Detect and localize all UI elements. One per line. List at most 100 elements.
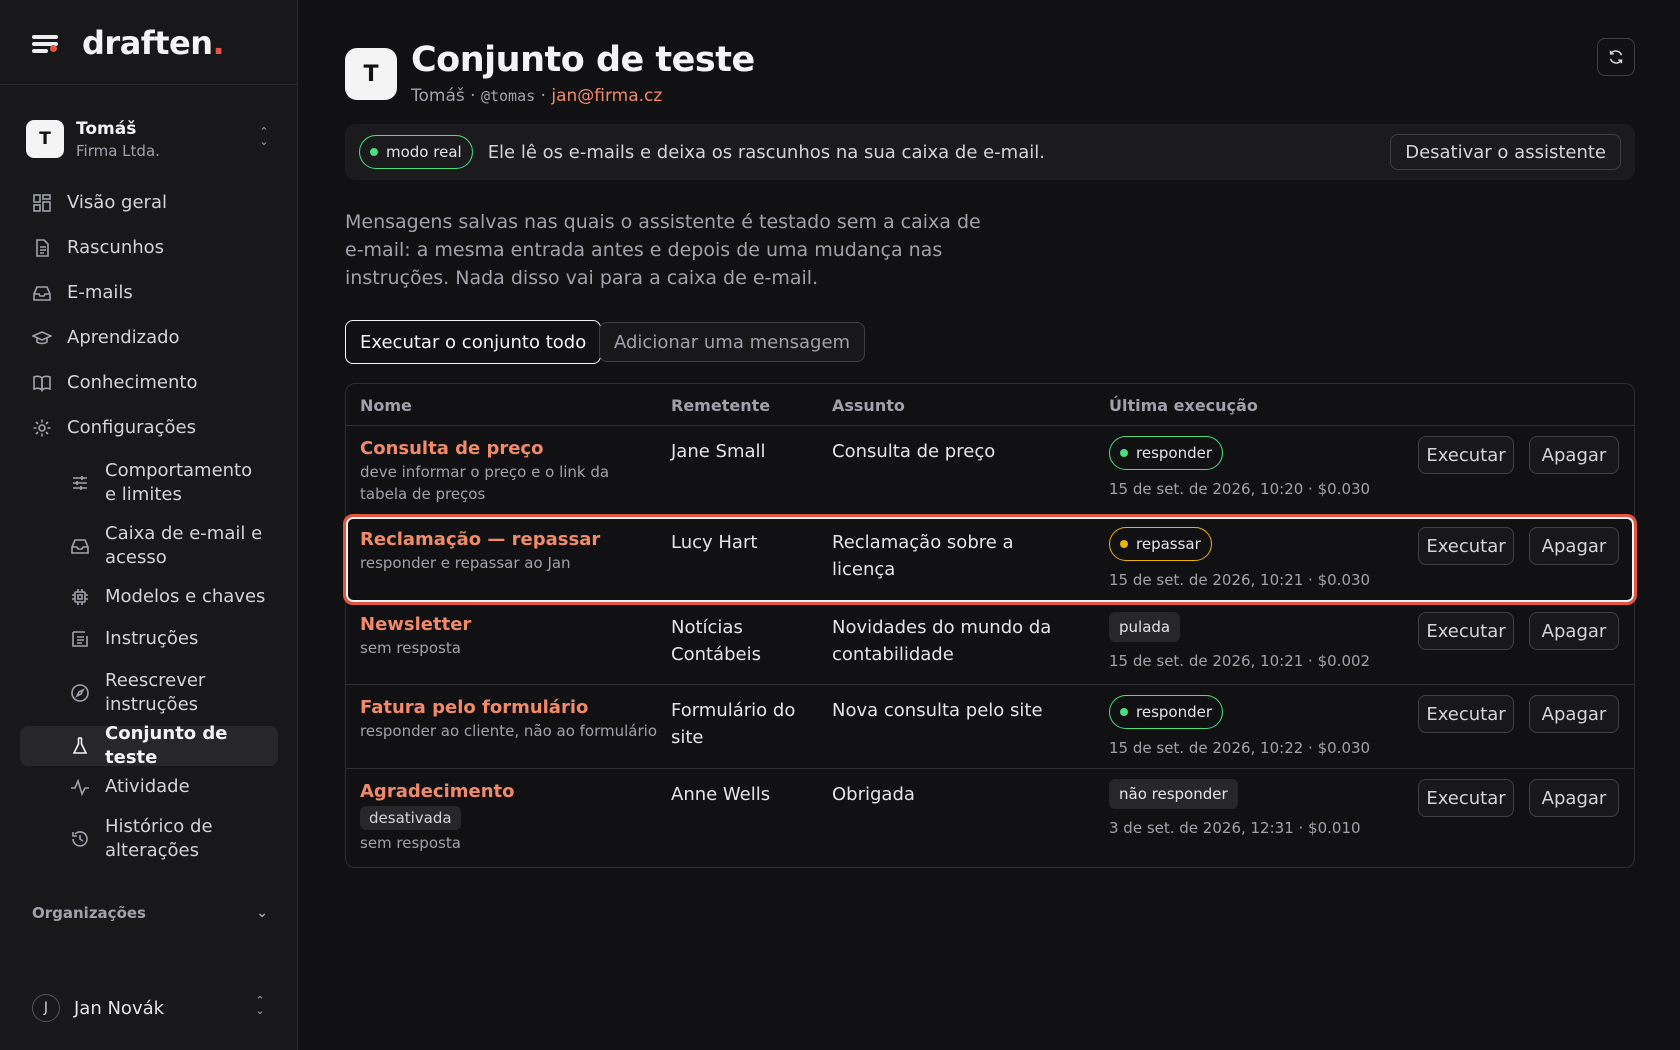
case-name-link[interactable]: Consulta de preço [360, 438, 660, 459]
account-avatar: T [26, 120, 64, 158]
sidebar-item-label: Aprendizado [67, 327, 180, 348]
refresh-button[interactable] [1597, 38, 1635, 76]
case-sender: Notícias Contábeis [671, 617, 761, 665]
grid-icon [33, 193, 51, 212]
run-button[interactable]: Executar [1418, 779, 1514, 817]
sidebar-item-learning[interactable]: Aprendizado [20, 315, 278, 360]
delete-button[interactable]: Apagar [1529, 527, 1619, 565]
case-name-link[interactable]: Newsletter [360, 614, 660, 635]
account-switcher[interactable]: T Tomáš Firma Ltda. ⌃ ⌄ [26, 115, 272, 163]
sidebar-item-behavior-limits[interactable]: Comportamento e limites [20, 450, 278, 516]
sidebar-item-drafts[interactable]: Rascunhos [20, 225, 278, 270]
sidebar-item-models-keys[interactable]: Modelos e chaves [20, 576, 278, 618]
organizations-label: Organizações [32, 904, 146, 922]
add-message-button[interactable]: Adicionar uma mensagem [599, 322, 866, 362]
graduation-cap-icon [32, 330, 52, 344]
page-meta: Tomáš · @tomas · jan@firma.cz [411, 86, 755, 106]
inbox-icon [33, 285, 51, 301]
logo[interactable]: draften. [82, 24, 225, 62]
sidebar-item-change-history[interactable]: Histórico de alterações [20, 808, 278, 870]
owner-handle: @tomas [480, 87, 536, 105]
sidebar-item-test-suite[interactable]: Conjunto de teste [20, 723, 278, 768]
table-row[interactable]: Fatura pelo formulário responder ao clie… [346, 685, 1634, 769]
run-all-button[interactable]: Executar o conjunto todo [345, 320, 602, 364]
case-subject: Consulta de preço [832, 441, 996, 462]
column-header-subject[interactable]: Assunto [832, 396, 905, 415]
user-menu[interactable]: J Jan Novák ⌃ ⌄ [32, 994, 268, 1022]
case-note: sem resposta [360, 834, 461, 852]
status-badge: não responder [1109, 779, 1238, 809]
case-name-link[interactable]: Agradecimento [360, 781, 660, 802]
account-org: Firma Ltda. [76, 141, 160, 160]
case-subject: Novidades do mundo da contabilidade [832, 617, 1052, 665]
mode-description: Ele lê os e-mails e deixa os rascunhos n… [487, 141, 1045, 163]
owner-email-link[interactable]: jan@firma.cz [551, 86, 662, 106]
table-row[interactable]: Reclamação — repassar responder e repass… [343, 514, 1637, 605]
page-title: Conjunto de teste [411, 40, 755, 80]
run-button[interactable]: Executar [1418, 527, 1514, 565]
column-header-name[interactable]: Nome [360, 396, 412, 415]
mode-label: modo real [386, 143, 462, 161]
sidebar-item-label: Histórico de alterações [105, 816, 213, 861]
organizations-toggle[interactable]: Organizações ⌄ [32, 904, 268, 922]
list-icon [72, 631, 88, 647]
status-badge: repassar [1109, 527, 1212, 561]
sidebar-item-knowledge[interactable]: Conhecimento [20, 360, 278, 405]
sliders-icon [73, 476, 87, 490]
disable-assistant-button[interactable]: Desativar o assistente [1390, 134, 1621, 170]
sidebar-item-label: Conhecimento [67, 372, 198, 393]
column-header-last-run[interactable]: Última execução [1109, 396, 1258, 415]
table-header: Nome Remetente Assunto Última execução [346, 384, 1634, 426]
case-note: responder e repassar ao Jan [360, 554, 571, 572]
chevron-up-down-icon: ⌃ ⌄ [255, 994, 265, 1017]
gear-icon [33, 419, 51, 436]
chevron-down-icon: ⌄ [256, 905, 268, 921]
sidebar-item-label: Caixa de e-mail e acesso [105, 523, 263, 568]
sidebar-item-label: E-mails [67, 282, 133, 303]
delete-button[interactable]: Apagar [1529, 695, 1619, 733]
column-header-sender[interactable]: Remetente [671, 396, 770, 415]
sidebar-item-label: Configurações [67, 417, 196, 438]
mode-banner: modo real Ele lê os e-mails e deixa os r… [345, 124, 1635, 180]
brand: draften. [32, 24, 225, 62]
refresh-icon [1609, 50, 1623, 64]
sidebar-item-settings[interactable]: Configurações [20, 405, 278, 450]
menu-icon[interactable] [32, 32, 58, 54]
last-run-time: 15 de set. de 2026, 10:21 · $0.030 [1109, 571, 1371, 589]
delete-button[interactable]: Apagar [1529, 612, 1619, 650]
page-header: T Conjunto de teste Tomáš · @tomas · jan… [345, 40, 755, 106]
page-avatar: T [345, 48, 397, 100]
last-run-time: 15 de set. de 2026, 10:20 · $0.030 [1109, 480, 1371, 498]
table-row[interactable]: Consulta de preço deve informar o preço … [346, 426, 1634, 517]
case-subject: Obrigada [832, 784, 915, 805]
status-badge: responder [1109, 436, 1224, 470]
avatar: J [32, 994, 60, 1022]
case-note: responder ao cliente, não ao formulário [360, 722, 658, 740]
table-row[interactable]: Agradecimento desativada sem resposta An… [346, 769, 1634, 867]
delete-button[interactable]: Apagar [1529, 436, 1619, 474]
sidebar-item-rewrite-instructions[interactable]: Reescrever instruções [20, 660, 278, 726]
history-icon [72, 831, 88, 847]
run-button[interactable]: Executar [1418, 436, 1514, 474]
sidebar-divider [0, 84, 297, 85]
case-note: sem resposta [360, 639, 461, 657]
sidebar-item-mailbox-access[interactable]: Caixa de e-mail e acesso [20, 516, 278, 576]
disabled-badge: desativada [360, 806, 461, 830]
case-name-link[interactable]: Reclamação — repassar [360, 529, 660, 550]
table-row[interactable]: Newsletter sem resposta Notícias Contábe… [346, 602, 1634, 685]
sidebar-item-instructions[interactable]: Instruções [20, 618, 278, 660]
delete-button[interactable]: Apagar [1529, 779, 1619, 817]
user-name: Jan Novák [74, 997, 165, 1019]
last-run-time: 3 de set. de 2026, 12:31 · $0.010 [1109, 819, 1361, 837]
case-name-link[interactable]: Fatura pelo formulário [360, 697, 660, 718]
account-name: Tomáš [76, 118, 137, 139]
sidebar-item-emails[interactable]: E-mails [20, 270, 278, 315]
sidebar-item-overview[interactable]: Visão geral [20, 180, 278, 225]
case-sender: Jane Small [671, 441, 766, 462]
run-button[interactable]: Executar [1418, 695, 1514, 733]
sidebar-item-label: Instruções [105, 628, 199, 649]
sidebar-item-activity[interactable]: Atividade [20, 766, 278, 808]
status-dot-icon [370, 148, 378, 156]
sidebar-nav: Visão geral Rascunhos E-mails Aprendizad… [20, 180, 278, 870]
run-button[interactable]: Executar [1418, 612, 1514, 650]
